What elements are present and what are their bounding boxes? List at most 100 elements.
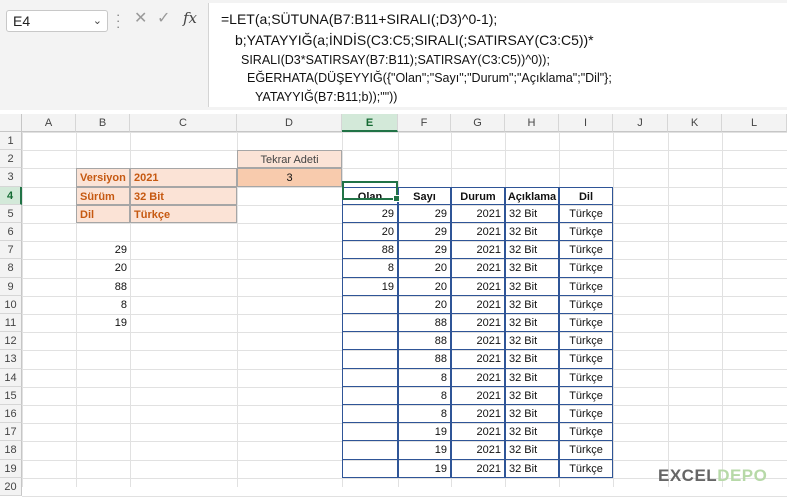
- result-table-cell[interactable]: 32 Bit: [505, 241, 559, 260]
- result-table-cell[interactable]: 2021: [451, 459, 505, 478]
- result-table-cell[interactable]: 88: [398, 350, 451, 369]
- result-table-cell[interactable]: 88: [398, 332, 451, 351]
- result-table-cell[interactable]: [342, 368, 398, 387]
- result-table-cell[interactable]: 32 Bit: [505, 459, 559, 478]
- row-header-7[interactable]: 7: [0, 241, 22, 260]
- result-table-cell[interactable]: Türkçe: [559, 223, 613, 242]
- result-table-cell[interactable]: 8: [398, 368, 451, 387]
- row-header-15[interactable]: 15: [0, 386, 22, 405]
- row-header-3[interactable]: 3: [0, 168, 22, 187]
- result-table-cell[interactable]: [342, 459, 398, 478]
- result-table-cell[interactable]: 2021: [451, 405, 505, 424]
- result-table-cell[interactable]: 2021: [451, 241, 505, 260]
- row-header-16[interactable]: 16: [0, 405, 22, 424]
- result-table-cell[interactable]: 2021: [451, 259, 505, 278]
- list-value-cell[interactable]: 20: [76, 259, 130, 277]
- column-header-l[interactable]: L: [722, 114, 787, 132]
- result-table-cell[interactable]: 2021: [451, 277, 505, 296]
- result-table-cell[interactable]: 8: [398, 405, 451, 424]
- result-table-cell[interactable]: 8: [398, 386, 451, 405]
- result-table-cell[interactable]: 32 Bit: [505, 386, 559, 405]
- result-table-cell[interactable]: Türkçe: [559, 332, 613, 351]
- result-table-cell[interactable]: Türkçe: [559, 405, 613, 424]
- result-table-cell[interactable]: Türkçe: [559, 277, 613, 296]
- column-header-a[interactable]: A: [22, 114, 76, 132]
- result-table-cell[interactable]: 2021: [451, 332, 505, 351]
- list-value-cell[interactable]: 8: [76, 296, 130, 314]
- result-table-cell[interactable]: [342, 314, 398, 333]
- result-table-cell[interactable]: 2021: [451, 314, 505, 333]
- result-table-cell[interactable]: 2021: [451, 350, 505, 369]
- result-table-cell[interactable]: 2021: [451, 423, 505, 442]
- result-table-cell[interactable]: 19: [398, 423, 451, 442]
- result-table-header[interactable]: Durum: [451, 186, 505, 205]
- result-table-cell[interactable]: 88: [342, 241, 398, 260]
- result-table-cell[interactable]: [342, 332, 398, 351]
- column-header-i[interactable]: I: [559, 114, 613, 132]
- column-header-b[interactable]: B: [76, 114, 130, 132]
- result-table-cell[interactable]: 2021: [451, 386, 505, 405]
- result-table-header[interactable]: Olan: [342, 186, 398, 205]
- result-table-cell[interactable]: 2021: [451, 368, 505, 387]
- tekrar-adeti-value[interactable]: 3: [237, 168, 342, 187]
- result-table-cell[interactable]: Türkçe: [559, 259, 613, 278]
- result-table-cell[interactable]: 19: [398, 441, 451, 460]
- result-table-cell[interactable]: 32 Bit: [505, 332, 559, 351]
- result-table-cell[interactable]: 32 Bit: [505, 423, 559, 442]
- result-table-cell[interactable]: 19: [398, 459, 451, 478]
- result-table-cell[interactable]: [342, 386, 398, 405]
- result-table-cell[interactable]: Türkçe: [559, 295, 613, 314]
- result-table-header[interactable]: Sayı: [398, 186, 451, 205]
- tekrar-adeti-header[interactable]: Tekrar Adeti: [237, 150, 342, 169]
- result-table-cell[interactable]: Türkçe: [559, 459, 613, 478]
- column-header-e[interactable]: E: [342, 114, 398, 132]
- row-header-6[interactable]: 6: [0, 223, 22, 242]
- result-table-cell[interactable]: [342, 441, 398, 460]
- result-table-cell[interactable]: 29: [342, 204, 398, 223]
- result-table-cell[interactable]: Türkçe: [559, 314, 613, 333]
- info-label[interactable]: Versiyon: [76, 168, 130, 187]
- row-header-19[interactable]: 19: [0, 459, 22, 478]
- result-table-cell[interactable]: 2021: [451, 441, 505, 460]
- result-table-cell[interactable]: 29: [398, 241, 451, 260]
- result-table-cell[interactable]: 29: [398, 204, 451, 223]
- worksheet-grid[interactable]: A B C D E F G H I J K L 1 2 3 4 5 6 7 8 9 10 11 12 13 14 15 16 17 18 1…: [0, 0, 787, 497]
- result-table-cell[interactable]: Türkçe: [559, 386, 613, 405]
- result-table-cell[interactable]: Türkçe: [559, 241, 613, 260]
- result-table-cell[interactable]: 2021: [451, 223, 505, 242]
- info-value[interactable]: 32 Bit: [130, 186, 237, 205]
- result-table-cell[interactable]: Türkçe: [559, 204, 613, 223]
- result-table-cell[interactable]: [342, 405, 398, 424]
- row-header-9[interactable]: 9: [0, 277, 22, 296]
- result-table-cell[interactable]: 19: [342, 277, 398, 296]
- row-header-2[interactable]: 2: [0, 150, 22, 169]
- result-table-cell[interactable]: 32 Bit: [505, 350, 559, 369]
- column-header-k[interactable]: K: [668, 114, 722, 132]
- select-all-corner[interactable]: [0, 114, 22, 132]
- result-table-cell[interactable]: 32 Bit: [505, 259, 559, 278]
- result-table-cell[interactable]: 32 Bit: [505, 223, 559, 242]
- row-header-11[interactable]: 11: [0, 314, 22, 333]
- result-table-cell[interactable]: Türkçe: [559, 350, 613, 369]
- result-table-cell[interactable]: 32 Bit: [505, 441, 559, 460]
- row-header-1[interactable]: 1: [0, 132, 22, 151]
- result-table-cell[interactable]: 32 Bit: [505, 295, 559, 314]
- column-header-d[interactable]: D: [237, 114, 342, 132]
- result-table-cell[interactable]: 20: [342, 223, 398, 242]
- result-table-cell[interactable]: 20: [398, 277, 451, 296]
- row-header-18[interactable]: 18: [0, 441, 22, 460]
- result-table-header[interactable]: Açıklama: [505, 186, 559, 205]
- result-table-cell[interactable]: 32 Bit: [505, 277, 559, 296]
- info-label[interactable]: Dil: [76, 204, 130, 223]
- column-header-h[interactable]: H: [505, 114, 559, 132]
- result-table-cell[interactable]: 88: [398, 314, 451, 333]
- result-table-cell[interactable]: 32 Bit: [505, 405, 559, 424]
- row-header-13[interactable]: 13: [0, 350, 22, 369]
- list-value-cell[interactable]: 88: [76, 278, 130, 296]
- result-table-cell[interactable]: 8: [342, 259, 398, 278]
- result-table-cell[interactable]: [342, 423, 398, 442]
- result-table-cell[interactable]: 2021: [451, 295, 505, 314]
- row-header-4[interactable]: 4: [0, 186, 22, 205]
- row-header-14[interactable]: 14: [0, 368, 22, 387]
- result-table-cell[interactable]: Türkçe: [559, 368, 613, 387]
